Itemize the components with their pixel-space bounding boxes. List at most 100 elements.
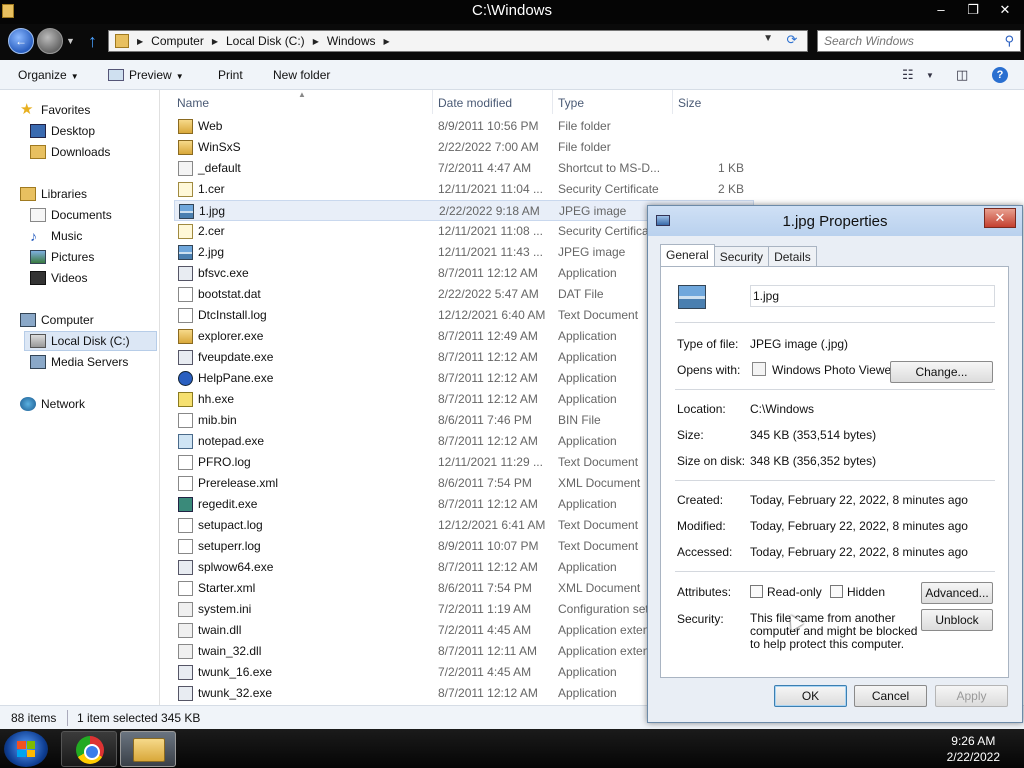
file-name: DtcInstall.log [198, 308, 267, 322]
folder-icon [178, 119, 193, 134]
dialog-title: 1.jpg Properties [782, 213, 888, 230]
file-type: File folder [558, 119, 611, 133]
chevron-right-icon[interactable]: ▶ [212, 37, 218, 46]
start-button[interactable] [4, 731, 48, 767]
search-icon[interactable]: ⚲ [1004, 33, 1014, 49]
advanced-button[interactable]: Advanced... [921, 582, 993, 604]
breadcrumb-local-disk[interactable]: Local Disk (C:) [226, 34, 305, 48]
file-row[interactable]: 1.cer 12/11/2021 11:04 ... Security Certif… [174, 179, 754, 200]
column-header-date[interactable]: Date modified [438, 96, 512, 110]
ok-button[interactable]: OK [774, 685, 847, 707]
size-label: Size: [677, 428, 704, 442]
maximize-button[interactable]: ❐ [958, 0, 988, 20]
file-name: bfsvc.exe [198, 266, 249, 280]
forward-button[interactable] [37, 28, 63, 54]
tab-general[interactable]: General [660, 244, 715, 266]
chevron-right-icon[interactable]: ▶ [137, 37, 143, 46]
opens-with-value: Windows Photo Viewer [772, 363, 896, 377]
file-name: twain.dll [198, 623, 242, 637]
print-button[interactable]: Print [218, 68, 243, 82]
view-dropdown-icon[interactable]: ▼ [926, 71, 934, 80]
chevron-right-icon[interactable]: ▶ [384, 37, 390, 46]
exe-icon [178, 686, 193, 701]
file-date: 8/7/2011 12:12 AM [438, 371, 538, 385]
refresh-icon[interactable]: ⟳ [781, 32, 803, 50]
nav-documents[interactable]: Documents [30, 205, 112, 225]
minimize-button[interactable]: – [926, 0, 956, 20]
search-input[interactable] [818, 31, 988, 51]
change-button[interactable]: Change... [890, 361, 993, 383]
cancel-button[interactable]: Cancel [854, 685, 927, 707]
file-date: 12/11/2021 11:29 ... [438, 455, 543, 469]
file-row[interactable]: Web 8/9/2011 10:56 PM File folder [174, 116, 754, 137]
close-dialog-button[interactable]: ✕ [984, 208, 1016, 228]
preview-pane-icon[interactable]: ◫ [956, 67, 968, 83]
nav-libraries[interactable]: Libraries [20, 184, 87, 204]
file-name: 1.jpg [199, 204, 226, 218]
tab-details[interactable]: Details [768, 246, 817, 266]
file-name: notepad.exe [198, 434, 265, 448]
nav-computer[interactable]: Computer [20, 310, 94, 330]
nav-pictures[interactable]: Pictures [30, 247, 94, 267]
file-name: regedit.exe [198, 497, 258, 511]
pictures-icon [30, 250, 46, 264]
nav-downloads[interactable]: Downloads [30, 142, 110, 162]
nav-desktop[interactable]: Desktop [30, 121, 95, 141]
apply-button[interactable]: Apply [935, 685, 1008, 707]
file-name-field[interactable] [750, 285, 995, 307]
search-box[interactable]: ⚲ [817, 30, 1021, 52]
file-row[interactable]: WinSxS 2/22/2022 7:00 AM File folder [174, 137, 754, 158]
selection-info: 1 item selected 345 KB [77, 711, 201, 725]
nav-music[interactable]: ♪ Music [30, 226, 82, 246]
separator [675, 480, 995, 481]
nav-favorites[interactable]: ★ Favorites [20, 100, 90, 120]
change-view-icon[interactable]: ☷ [902, 67, 914, 83]
hidden-checkbox[interactable] [830, 585, 843, 598]
nav-local-disk[interactable]: Local Disk (C:) [24, 331, 157, 351]
system-clock[interactable]: 9:26 AM 2/22/2022 [947, 733, 1000, 765]
taskbar-explorer-button[interactable] [120, 731, 176, 767]
column-divider[interactable] [672, 90, 673, 114]
file-date: 7/2/2011 4:47 AM [438, 161, 532, 175]
chevron-right-icon[interactable]: ▶ [313, 37, 319, 46]
file-name: bootstat.dat [198, 287, 261, 301]
notepad-icon [178, 434, 193, 449]
column-header-name[interactable]: Name [177, 96, 209, 110]
file-date: 12/12/2021 6:40 AM [438, 308, 546, 322]
unblock-button[interactable]: Unblock [921, 609, 993, 631]
file-date: 7/2/2011 4:45 AM [438, 623, 532, 637]
security-warning-text: This file came from another computer and… [750, 611, 918, 651]
file-row[interactable]: _default 7/2/2011 4:47 AM Shortcut to MS-D… [174, 158, 754, 179]
preview-button[interactable]: Preview ▼ [108, 68, 184, 82]
breadcrumb-computer[interactable]: Computer [151, 34, 204, 48]
close-window-button[interactable]: ✕ [990, 0, 1020, 20]
column-divider[interactable] [552, 90, 553, 114]
text-icon [178, 455, 193, 470]
nav-videos[interactable]: Videos [30, 268, 87, 288]
opens-with-label: Opens with: [677, 363, 741, 377]
nav-network[interactable]: Network [20, 394, 85, 414]
read-only-label[interactable]: Read-only [767, 585, 822, 599]
tab-security[interactable]: Security [713, 246, 770, 266]
read-only-checkbox[interactable] [750, 585, 763, 598]
back-button[interactable]: ← [8, 28, 34, 54]
up-one-level-icon[interactable]: ↑ [88, 31, 97, 52]
address-history-dropdown-icon[interactable]: ▼ [763, 33, 773, 44]
created-label: Created: [677, 493, 724, 507]
breadcrumb-windows[interactable]: Windows [327, 34, 376, 48]
desktop-icon [30, 124, 46, 138]
hidden-label[interactable]: Hidden [847, 585, 885, 599]
nav-media-servers[interactable]: Media Servers [30, 352, 128, 372]
column-header-size[interactable]: Size [678, 96, 701, 110]
dialog-titlebar[interactable]: 1.jpg Properties ✕ [648, 206, 1022, 236]
window-titlebar: C:\Windows – ❐ ✕ [0, 0, 1024, 24]
help-icon[interactable]: ? [992, 67, 1008, 83]
taskbar-chrome-button[interactable] [61, 731, 117, 767]
hh-icon [178, 392, 193, 407]
column-divider[interactable] [432, 90, 433, 114]
organize-button[interactable]: Organize ▼ [18, 68, 79, 82]
new-folder-button[interactable]: New folder [273, 68, 330, 82]
address-bar[interactable]: ▶ Computer ▶ Local Disk (C:) ▶ Windows ▶… [108, 30, 808, 52]
recent-pages-dropdown-icon[interactable]: ▼ [66, 36, 75, 46]
column-header-type[interactable]: Type [558, 96, 584, 110]
